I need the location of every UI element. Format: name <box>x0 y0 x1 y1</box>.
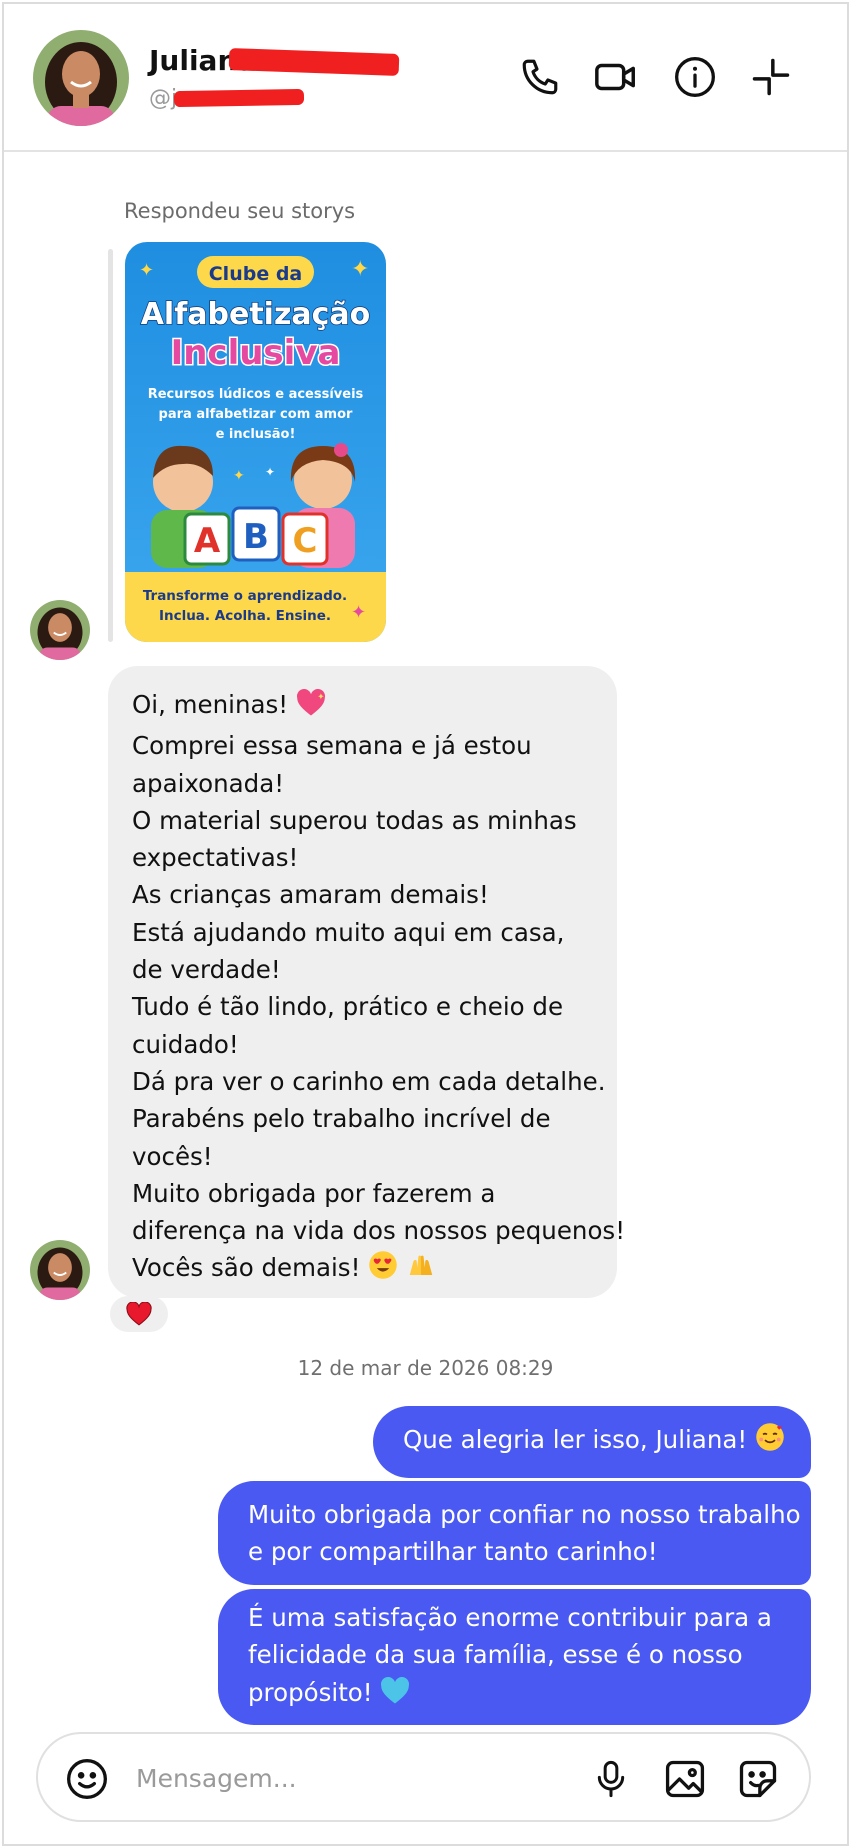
image-gallery-icon[interactable] <box>660 1754 710 1804</box>
svg-text:✦: ✦ <box>233 468 245 484</box>
story-subtitle-2: para alfabetizar com amor <box>159 407 353 422</box>
svg-text:✦: ✦ <box>351 602 366 623</box>
story-title-line1: Alfabetização <box>141 297 371 332</box>
info-icon[interactable] <box>670 52 720 102</box>
phone-icon[interactable] <box>515 52 565 102</box>
emoji-picker-icon[interactable] <box>62 1754 112 1804</box>
svg-text:✦: ✦ <box>265 465 275 479</box>
story-block-c: C <box>293 521 318 561</box>
handle-redaction-mark <box>173 88 305 108</box>
svg-text:✦: ✦ <box>317 692 324 702</box>
message-line: Dá pra ver o carinho em cada detalhe. <box>132 1066 606 1096</box>
heart-icon <box>126 1302 152 1326</box>
light-blue-heart-icon <box>380 1676 410 1715</box>
message-line: cuidado! <box>132 1029 239 1059</box>
message-line: Que alegria ler isso, Juliana! <box>403 1421 784 1462</box>
message-composer <box>36 1732 811 1822</box>
message-line: Vocês são demais! <box>132 1249 597 1290</box>
microphone-icon[interactable] <box>586 1754 636 1804</box>
chat-window: Juliana F @ju e <box>2 2 849 1846</box>
star-icon: ✦ <box>351 257 369 282</box>
video-call-icon[interactable] <box>591 52 641 102</box>
message-line: felicidade da sua família, esse é o noss… <box>248 1640 743 1670</box>
heart-eyes-emoji-icon <box>368 1250 398 1290</box>
avatar[interactable] <box>30 1240 90 1300</box>
outgoing-message-bubble[interactable]: Muito obrigada por confiar no nosso trab… <box>218 1481 811 1585</box>
message-line: Tudo é tão lindo, prático e cheio de <box>132 992 564 1022</box>
sticker-icon[interactable] <box>733 1754 783 1804</box>
story-footer-1: Transforme o aprendizado. <box>143 588 347 604</box>
message-line: O material superou todas as minhas <box>132 805 577 835</box>
story-title-line2: Inclusiva <box>171 333 341 373</box>
message-line: Está ajudando muito aqui em casa, <box>132 917 565 947</box>
message-line: Comprei essa semana e já estou <box>132 731 532 761</box>
sparkling-heart-icon: ✦ <box>296 688 326 727</box>
message-line: Muito obrigada por fazerem a <box>132 1178 496 1208</box>
heart-reaction[interactable] <box>110 1296 168 1332</box>
raising-hands-icon <box>406 1250 436 1290</box>
message-line: As crianças amaram demais! <box>132 880 489 910</box>
message-line: apaixonada! <box>132 768 285 798</box>
message-line: Parabéns pelo trabalho incrível de <box>132 1104 551 1134</box>
story-footer-2: Inclua. Acolha. Ensine. <box>159 608 331 624</box>
star-icon: ✦ <box>139 260 154 281</box>
message-line: Muito obrigada por confiar no nosso trab… <box>248 1499 801 1529</box>
avatar[interactable] <box>30 600 90 660</box>
smiling-face-with-hearts-icon <box>755 1422 785 1462</box>
story-subtitle-1: Recursos lúdicos e acessíveis <box>148 387 364 402</box>
chat-header: Juliana F @ju e <box>4 4 847 152</box>
story-block-a: A <box>194 521 221 561</box>
avatar[interactable] <box>33 30 129 126</box>
story-block-b: B <box>243 517 269 557</box>
message-input[interactable] <box>136 1756 496 1800</box>
incoming-message-bubble[interactable]: Oi, meninas! ✦ Comprei essa semana e já … <box>108 666 626 1298</box>
message-line: e por compartilhar tanto carinho! <box>248 1537 658 1566</box>
story-thumbnail[interactable]: ✦ ✦ Clube da Alfabetização Inclusiva Rec… <box>125 242 386 642</box>
outgoing-message-bubble[interactable]: Que alegria ler isso, Juliana! <box>373 1406 811 1478</box>
story-reply-bar <box>108 249 113 642</box>
story-reply-label: Respondeu seu storys <box>124 199 356 223</box>
message-line: de verdade! <box>132 955 281 985</box>
message-timestamp: 12 de mar de 2026 08:29 <box>297 1356 554 1380</box>
message-line: É uma satisfação enorme contribuir para … <box>248 1603 772 1633</box>
message-line: vocês! <box>132 1141 213 1171</box>
story-subtitle-3: e inclusão! <box>216 427 296 442</box>
outgoing-message-bubble[interactable]: É uma satisfação enorme contribuir para … <box>218 1589 811 1725</box>
message-line: diferença na vida dos nossos pequenos! <box>132 1216 626 1246</box>
message-line: Oi, meninas! ✦ <box>132 686 597 727</box>
message-line: expectativas! <box>132 843 299 873</box>
message-line: propósito! <box>248 1674 781 1715</box>
minimize-icon[interactable] <box>746 52 796 102</box>
story-badge-text: Clube da <box>209 263 303 285</box>
